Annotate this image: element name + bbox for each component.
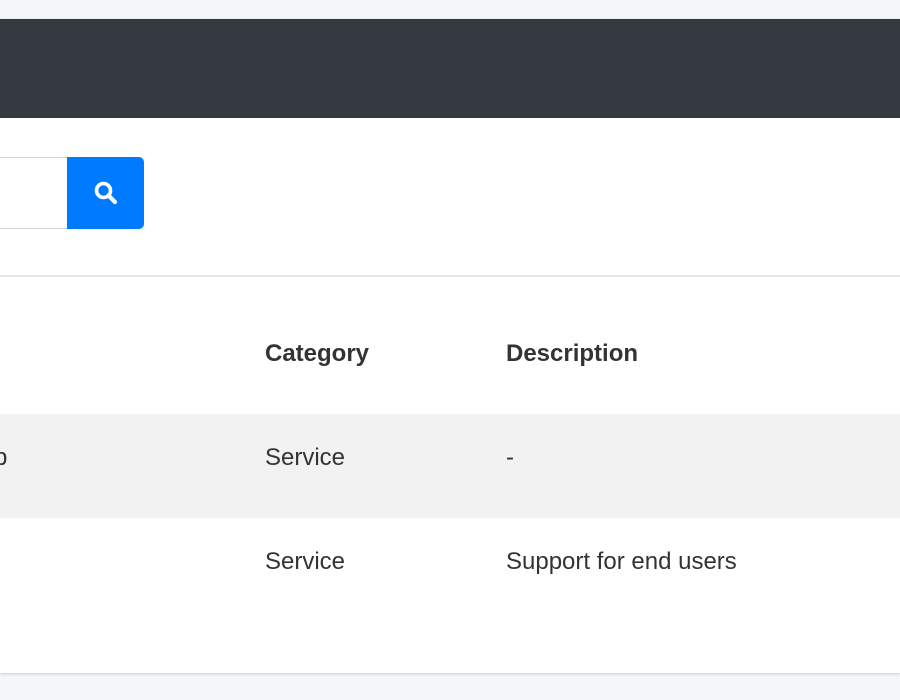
table-row[interactable]: Service Support for end users <box>0 518 900 622</box>
search-icon <box>94 181 117 205</box>
cell-category: Service <box>265 444 346 471</box>
table-header-row: Category Description <box>0 277 900 381</box>
card-header-bar <box>0 19 900 118</box>
cell-category: Service <box>265 548 346 575</box>
column-header-category[interactable]: Category <box>265 340 369 368</box>
table-row[interactable]: p Service - <box>0 414 900 518</box>
search-button[interactable] <box>67 157 144 229</box>
cell-description: - <box>506 444 514 471</box>
content-card: Category Description p Service - Service… <box>0 19 900 673</box>
cell-name[interactable]: p <box>0 444 7 472</box>
search-input[interactable] <box>0 157 68 229</box>
column-header-description[interactable]: Description <box>506 340 638 368</box>
cell-description: Support for end users <box>506 548 737 575</box>
